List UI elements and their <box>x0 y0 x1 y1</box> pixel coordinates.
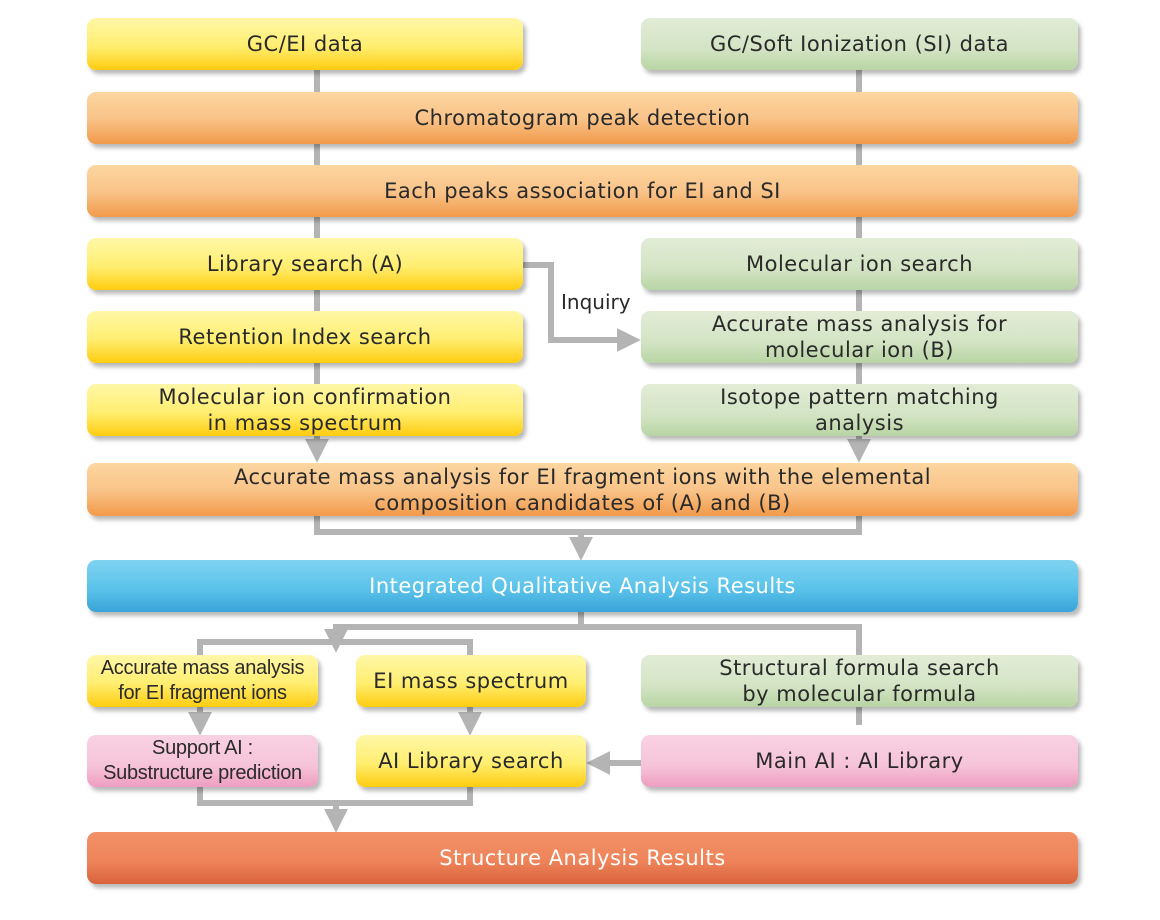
split-left <box>197 639 473 655</box>
inquiry-label: Inquiry <box>561 290 631 314</box>
integrated-results-box: Integrated Qualitative Analysis Results <box>87 560 1078 612</box>
molecular-ion-confirmation-box: Molecular ion confirmation in mass spect… <box>87 384 523 436</box>
ei-mass-spectrum-box: EI mass spectrum <box>356 655 586 707</box>
accurate-mass-fragment-ions-box: Accurate mass analysis for EI fragment i… <box>87 463 1078 516</box>
merge-to-integrated <box>314 516 862 535</box>
structure-analysis-results-box: Structure Analysis Results <box>87 832 1078 884</box>
retention-index-search-box: Retention Index search <box>87 311 523 363</box>
gc-si-data-box: GC/Soft Ionization (SI) data <box>641 18 1078 70</box>
accurate-mass-fragment-small-box: Accurate mass analysis for EI fragment i… <box>87 655 318 707</box>
merge-to-structure <box>197 787 473 822</box>
molecular-ion-search-box: Molecular ion search <box>641 238 1078 290</box>
gc-ei-data-box: GC/EI data <box>87 18 523 70</box>
library-search-box: Library search (A) <box>87 238 523 290</box>
peak-association-box: Each peaks association for EI and SI <box>87 165 1078 217</box>
accurate-mass-molecular-ion-box: Accurate mass analysis for molecular ion… <box>641 311 1078 363</box>
chromatogram-peak-detection-box: Chromatogram peak detection <box>87 92 1078 144</box>
ai-library-search-box: AI Library search <box>356 735 586 787</box>
isotope-pattern-matching-box: Isotope pattern matching analysis <box>641 384 1078 436</box>
support-ai-box: Support AI : Substructure prediction <box>87 735 318 787</box>
structural-formula-search-box: Structural formula search by molecular f… <box>641 655 1078 707</box>
main-ai-box: Main AI : AI Library <box>641 735 1078 787</box>
